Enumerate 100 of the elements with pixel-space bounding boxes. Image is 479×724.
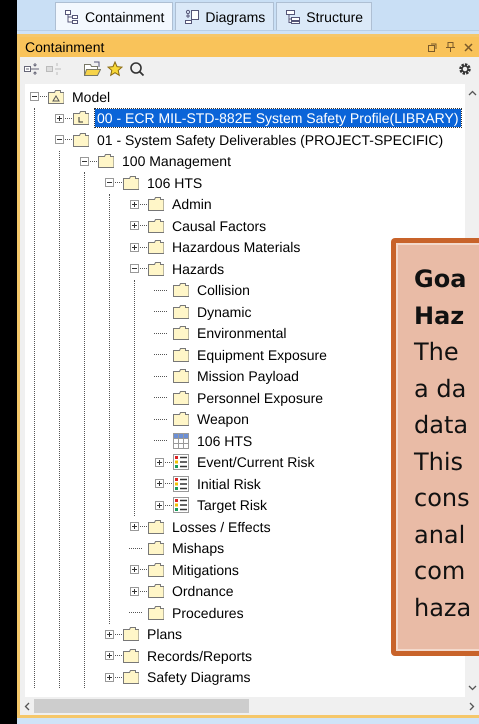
tree-item[interactable]: Mission Payload: [195, 367, 301, 386]
tree-item[interactable]: Admin: [170, 195, 214, 214]
folder-icon: [148, 604, 164, 621]
expand-icon[interactable]: [130, 565, 139, 574]
callout-text: haza: [414, 592, 472, 624]
folder-icon: [173, 325, 189, 342]
tree-item[interactable]: Plans: [145, 625, 184, 644]
expand-icon[interactable]: [155, 479, 164, 488]
tree-item[interactable]: Records/Reports: [145, 646, 254, 665]
folder-icon: [148, 239, 164, 256]
tree-item[interactable]: 01 - System Safety Deliverables (PROJECT-SPECIFIC): [95, 130, 446, 149]
tree-item[interactable]: Collision: [195, 281, 252, 300]
collapse-icon[interactable]: [105, 178, 114, 188]
tab[interactable]: Diagrams: [175, 2, 274, 30]
expand-icon[interactable]: [105, 672, 114, 682]
tree-item[interactable]: Model: [70, 88, 112, 106]
library-folder-icon: [73, 110, 89, 126]
star-icon[interactable]: [107, 61, 123, 77]
folder-icon: [148, 260, 164, 277]
structure-icon: [285, 8, 302, 24]
tab[interactable]: Structure: [276, 2, 372, 30]
expand-icon[interactable]: [130, 522, 139, 532]
expand-icon[interactable]: [130, 242, 139, 252]
folder-icon: [173, 368, 189, 384]
tree-item[interactable]: 106 HTS: [145, 174, 204, 192]
folder-icon: [148, 583, 164, 600]
list-icon: [173, 497, 189, 514]
collapse-icon[interactable]: [55, 135, 64, 144]
search-icon[interactable]: [129, 61, 145, 77]
collapse-icon[interactable]: [30, 92, 39, 102]
callout-text: Haz: [414, 300, 464, 332]
tree-item[interactable]: Personnel Exposure: [195, 388, 326, 407]
collapse-icon[interactable]: [130, 264, 139, 274]
callout-text: cons: [414, 483, 470, 514]
expand-icon[interactable]: [155, 500, 164, 510]
tab[interactable]: Containment: [55, 2, 174, 30]
collapse-icon[interactable]: [80, 156, 89, 166]
callout-text: anal: [414, 520, 466, 550]
tree-item[interactable]: 100 Management: [120, 152, 233, 170]
expand-icon[interactable]: [105, 630, 114, 639]
expand-icon[interactable]: [130, 586, 139, 596]
tree-item[interactable]: 106 HTS: [195, 432, 254, 450]
scroll-right-icon[interactable]: [469, 702, 475, 710]
pin-icon[interactable]: [446, 42, 455, 52]
list-icon: [173, 454, 189, 470]
tree-item[interactable]: Mitigations: [170, 560, 241, 579]
callout-text: a da: [414, 374, 466, 404]
scroll-up-icon[interactable]: [468, 90, 476, 96]
scroll-left-icon[interactable]: [24, 702, 30, 710]
folder-icon: [173, 346, 189, 363]
expand-icon[interactable]: [130, 221, 139, 230]
tree-item[interactable]: Mishaps: [170, 539, 226, 558]
tree-item[interactable]: Causal Factors: [170, 216, 268, 235]
collapse-all-icon[interactable]: [24, 61, 40, 77]
tree-icon: [64, 8, 80, 24]
close-icon[interactable]: [464, 42, 473, 52]
tree-item[interactable]: Weapon: [195, 410, 251, 428]
callout-text: data: [414, 410, 468, 441]
panel-title: Containment: [25, 39, 106, 55]
tree-item[interactable]: 00 - ECR MIL-STD-882E System Safety Profile(LIBRARY): [95, 109, 461, 128]
scrollbar-thumb[interactable]: [34, 699, 249, 713]
expand-icon[interactable]: [155, 458, 164, 467]
folder-icon: [173, 304, 189, 320]
folder-icon: [98, 153, 114, 170]
folder-icon: [173, 282, 189, 298]
folder-icon: [148, 518, 164, 535]
restore-icon[interactable]: [428, 42, 437, 52]
tree-item[interactable]: Event/Current Risk: [195, 453, 316, 472]
tree-item[interactable]: Initial Risk: [195, 474, 263, 493]
diagram-icon: [184, 8, 200, 24]
callout-text: Goa: [414, 264, 466, 295]
settings-icon[interactable]: [457, 61, 473, 77]
folder-icon: [173, 411, 189, 428]
tree-item[interactable]: Hazards: [170, 260, 226, 278]
folder-icon: [123, 626, 139, 642]
folder-icon: [173, 390, 189, 406]
folder-icon: [123, 669, 139, 686]
expand-icon[interactable]: [105, 651, 114, 660]
tree-item[interactable]: Ordnance: [170, 582, 236, 600]
tree-item[interactable]: Losses / Effects: [170, 518, 273, 536]
folder-icon: [148, 196, 164, 212]
tree-item[interactable]: Hazardous Materials: [170, 238, 302, 256]
callout-text: com: [414, 556, 466, 587]
tree-item[interactable]: Target Risk: [195, 496, 270, 514]
expand-icon[interactable]: [130, 200, 139, 209]
tree-item[interactable]: Environmental: [195, 324, 288, 342]
tree-item[interactable]: Procedures: [170, 604, 246, 622]
scroll-down-icon[interactable]: [468, 685, 476, 691]
tree-item[interactable]: Safety Diagrams: [145, 668, 252, 686]
folder-icon: [123, 648, 139, 664]
callout-text: The: [414, 337, 459, 368]
tree-item[interactable]: Equipment Exposure: [195, 346, 329, 364]
table-icon: [173, 432, 189, 449]
open-folder-icon[interactable]: [84, 61, 101, 77]
tree-item[interactable]: Dynamic: [195, 302, 254, 321]
folder-icon: [123, 174, 139, 191]
folder-icon: [148, 562, 164, 578]
list-icon: [173, 476, 189, 492]
folder-icon: [148, 540, 164, 556]
expand-icon[interactable]: [55, 114, 64, 123]
